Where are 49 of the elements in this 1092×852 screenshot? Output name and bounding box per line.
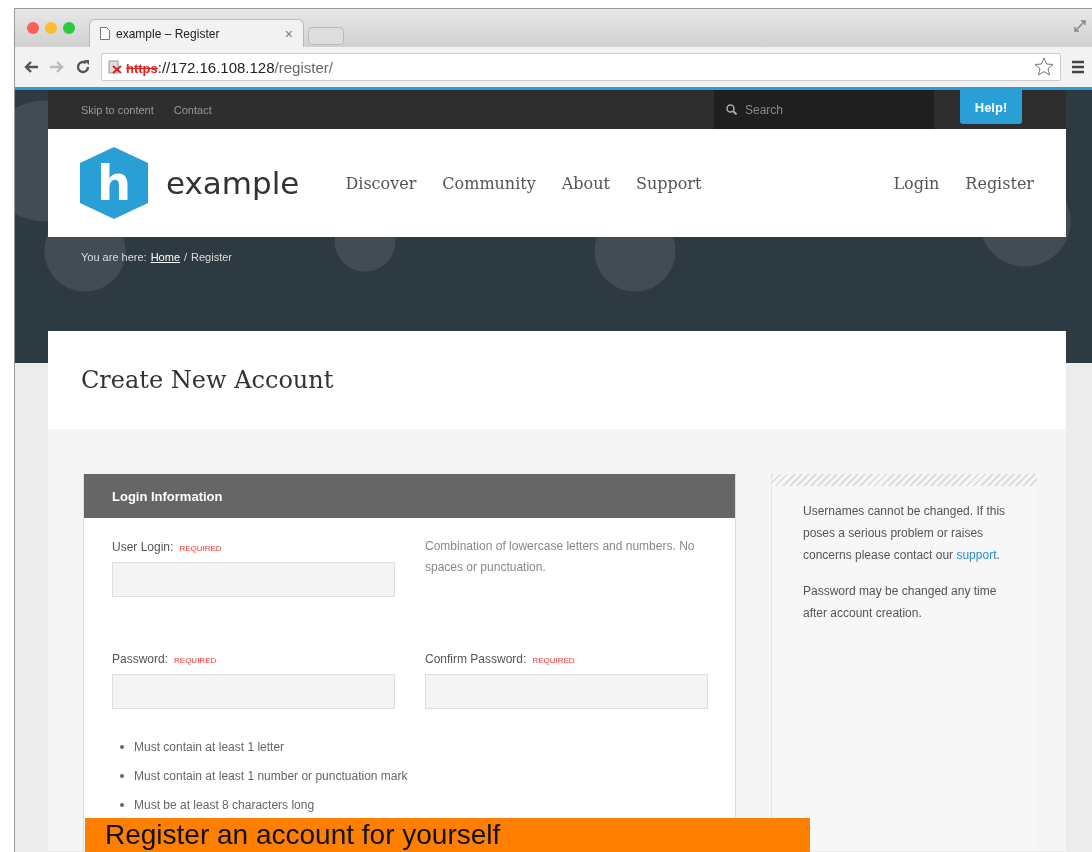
input-field[interactable] [425, 674, 708, 709]
field-label: Confirm Password: [425, 652, 527, 666]
sidebar-note: Usernames cannot be changed. If this poses a serious problem or raises concerns please contact our support. [802, 503, 1007, 564]
reload-icon[interactable] [75, 59, 91, 75]
breadcrumb-link[interactable]: Home [150, 251, 180, 263]
password-rule: Must contain at least 1 number or punctuation mark [134, 769, 408, 783]
bullet-icon [120, 774, 124, 778]
search-field[interactable]: Search [714, 90, 934, 129]
field-label: User Login: [112, 540, 174, 554]
account-link[interactable]: Login [893, 173, 940, 193]
account-link[interactable]: Register [965, 173, 1034, 193]
section-header: Login Information [84, 474, 735, 518]
required-tag: REQUIRED [179, 544, 222, 553]
page-title: Create New Account [80, 365, 335, 396]
new-tab-button[interactable] [308, 27, 344, 45]
password-rule: Must contain at least 1 letter [134, 740, 285, 754]
close-window-icon[interactable] [27, 22, 39, 34]
forward-icon[interactable] [49, 60, 65, 74]
page-icon [100, 27, 110, 40]
nav-link[interactable]: Discover [345, 173, 417, 193]
browser-tab[interactable]: example – Register × [89, 19, 304, 47]
top-link[interactable]: Contact [173, 103, 212, 116]
input-field[interactable] [112, 562, 395, 597]
breadcrumb-label: You are here: [81, 251, 147, 263]
field-hint: Combination of lowercase letters and numbers. No spaces or punctuation. [425, 538, 696, 576]
field-label: Password: [112, 652, 169, 666]
bullet-icon [120, 745, 124, 749]
nav-link[interactable]: Community [442, 173, 536, 193]
required-tag: REQUIRED [532, 656, 575, 665]
menu-icon[interactable] [1071, 60, 1085, 74]
input-field[interactable] [112, 674, 395, 709]
caption-banner: Register an account for yourself [85, 818, 810, 852]
nav-link[interactable]: About [561, 173, 610, 193]
search-icon [726, 104, 737, 115]
bullet-icon [120, 803, 124, 807]
sidebar-note: Password may be changed any time after account creation. [802, 583, 998, 622]
nav-link[interactable]: Support [635, 173, 702, 193]
top-link[interactable]: Skip to content [81, 103, 154, 116]
minimize-window-icon[interactable] [45, 22, 57, 34]
breadcrumb-current: Register [191, 251, 233, 263]
logo-text[interactable]: example [166, 165, 300, 201]
back-icon[interactable] [23, 60, 39, 74]
required-tag: REQUIRED [174, 656, 217, 665]
fullscreen-icon[interactable] [1073, 19, 1087, 33]
star-icon[interactable] [1034, 57, 1054, 77]
zoom-window-icon[interactable] [63, 22, 75, 34]
breadcrumb-separator: / [184, 251, 188, 263]
password-rule: Must be at least 8 characters long [134, 798, 315, 812]
address-bar[interactable]: https://172.16.108.128/register/ [101, 53, 1061, 81]
